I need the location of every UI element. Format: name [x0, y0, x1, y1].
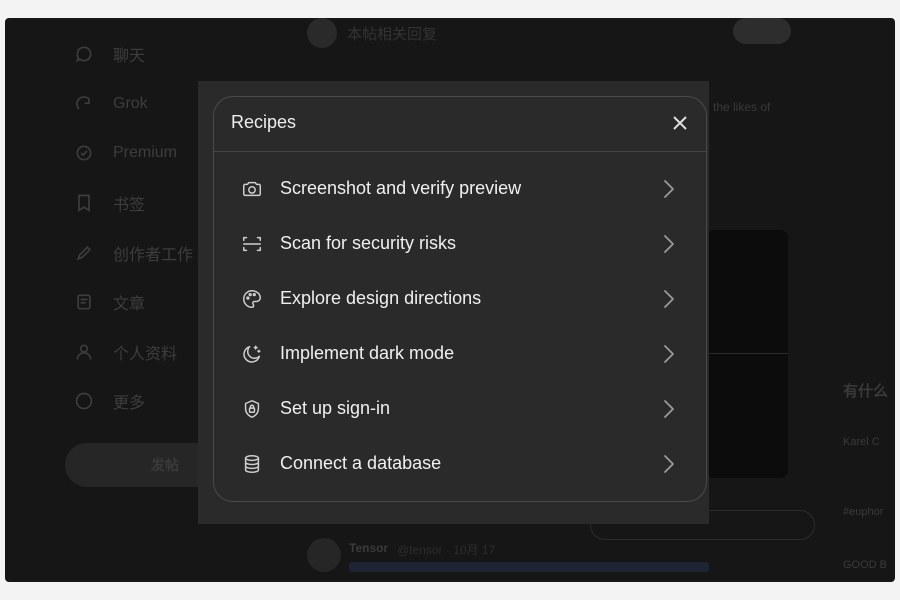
post-media[interactable] [705, 230, 788, 478]
chevron-right-icon [662, 178, 676, 200]
avatar[interactable] [307, 538, 341, 572]
recipe-label: Screenshot and verify preview [280, 178, 522, 198]
chevron-right-icon [662, 233, 676, 255]
sidebar-item-label: 书签 [113, 197, 146, 214]
sidebar-item-label: Premium [113, 144, 178, 161]
chat-icon [73, 43, 95, 65]
recipes-modal: Recipes Screenshot and verify preview Sc… [198, 81, 709, 524]
chevron-right-icon [662, 343, 676, 365]
modal-title: Recipes [231, 112, 297, 132]
media-divider [705, 353, 788, 354]
post-link-text[interactable] [349, 562, 709, 572]
recipe-screenshot-verify[interactable]: Screenshot and verify preview [214, 161, 706, 216]
right-item[interactable]: Karel C [843, 436, 880, 448]
sidebar-item-profile[interactable]: 个人资料 [73, 338, 177, 366]
recipe-label: Implement dark mode [280, 343, 455, 363]
sidebar-item-premium[interactable]: Premium [73, 139, 177, 167]
recipe-list: Screenshot and verify preview Scan for s… [214, 161, 706, 491]
right-item[interactable]: #euphor [843, 506, 883, 518]
header-pill-button[interactable] [733, 18, 791, 44]
post-handle: @tensor · 10月 17 [397, 543, 496, 557]
sidebar-item-creator[interactable]: 创作者工作 [73, 239, 193, 267]
recipe-sign-in[interactable]: Set up sign-in [214, 381, 706, 436]
sidebar-item-bookmarks[interactable]: 书签 [73, 189, 145, 217]
post-author[interactable]: Tensor [349, 541, 388, 555]
recipe-dark-mode[interactable]: Implement dark mode [214, 326, 706, 381]
profile-icon [73, 341, 95, 363]
camera-icon [240, 177, 264, 201]
close-button[interactable] [668, 111, 692, 135]
bookmark-icon [73, 192, 95, 214]
sidebar-item-grok[interactable]: Grok [73, 90, 148, 118]
avatar [307, 18, 337, 48]
feed-header-title: 本帖相关回复 [347, 26, 438, 43]
premium-icon [73, 142, 95, 164]
article-icon [73, 291, 95, 313]
chevron-right-icon [662, 288, 676, 310]
sidebar-item-label: 个人资料 [113, 346, 178, 363]
recipe-label: Connect a database [280, 453, 442, 473]
sidebar-item-label: 创作者工作 [113, 247, 194, 264]
recipe-database[interactable]: Connect a database [214, 436, 706, 491]
sidebar-item-chat[interactable]: 聊天 [73, 40, 145, 68]
recipe-design-directions[interactable]: Explore design directions [214, 271, 706, 326]
recipe-security-scan[interactable]: Scan for security risks [214, 216, 706, 271]
recipe-label: Scan for security risks [280, 233, 457, 253]
close-icon [673, 116, 687, 130]
chevron-right-icon [662, 398, 676, 420]
recipes-panel: Recipes Screenshot and verify preview Sc… [213, 96, 707, 502]
moon-icon [240, 342, 264, 366]
grok-icon [73, 93, 95, 115]
database-icon [240, 452, 264, 476]
right-heading: 有什么 [843, 383, 889, 400]
sidebar-item-label: 更多 [113, 395, 146, 412]
sidebar-item-articles[interactable]: 文章 [73, 288, 145, 316]
more-icon [73, 390, 95, 412]
palette-icon [240, 287, 264, 311]
scan-icon [240, 232, 264, 256]
creator-icon [73, 242, 95, 264]
sidebar-item-label: 文章 [113, 296, 146, 313]
sidebar-item-label: 聊天 [113, 48, 146, 65]
shield-lock-icon [240, 397, 264, 421]
sidebar-item-more[interactable]: 更多 [73, 387, 145, 415]
chevron-right-icon [662, 453, 676, 475]
sidebar-item-label: Grok [113, 95, 148, 112]
recipe-label: Set up sign-in [280, 398, 391, 418]
post-text-snippet: the likes of [713, 100, 771, 114]
recipe-label: Explore design directions [280, 288, 482, 308]
right-sidebar: 有什么 Karel C #euphor GOOD B [835, 18, 895, 582]
right-item[interactable]: GOOD B [843, 559, 887, 571]
modal-header: Recipes [214, 97, 706, 152]
